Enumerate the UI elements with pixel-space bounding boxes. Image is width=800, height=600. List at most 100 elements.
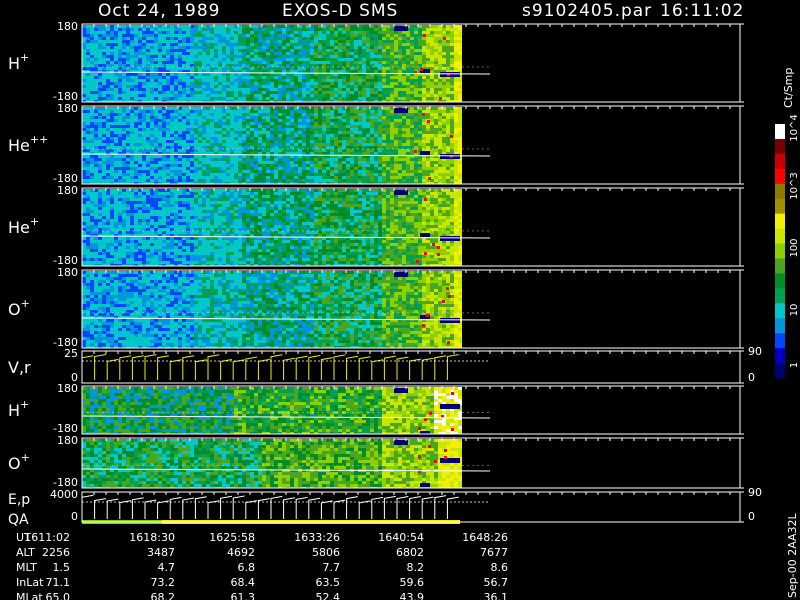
- heatmap-cell: [118, 34, 122, 37]
- heatmap-cell: [366, 113, 370, 116]
- heatmap-cell: [458, 131, 462, 134]
- heatmap-cell: [318, 107, 322, 110]
- heatmap-cell: [398, 122, 402, 125]
- heatmap-cell: [286, 167, 290, 170]
- heatmap-cell: [430, 119, 434, 122]
- heatmap-cell: [358, 137, 362, 140]
- heatmap-cell: [178, 61, 182, 64]
- heatmap-cell: [282, 94, 286, 97]
- heatmap-cell: [446, 161, 450, 164]
- heatmap-cell: [134, 134, 138, 137]
- heatmap-cell: [114, 55, 118, 58]
- heatmap-cell: [298, 46, 302, 49]
- heatmap-cell: [442, 40, 446, 43]
- heatmap-cell: [358, 140, 362, 143]
- heatmap-cell: [174, 67, 178, 70]
- heatmap-cell: [326, 164, 330, 167]
- heatmap-cell: [386, 128, 390, 131]
- heatmap-cell: [458, 79, 462, 82]
- heatmap-cell: [430, 110, 434, 113]
- heatmap-cell: [338, 61, 342, 64]
- heatmap-cell: [254, 49, 258, 52]
- heatmap-cell: [106, 67, 110, 70]
- heatmap-cell: [414, 43, 418, 46]
- heatmap-cell: [122, 40, 126, 43]
- heatmap-cell: [86, 110, 90, 113]
- heatmap-cell: [118, 31, 122, 34]
- heatmap-cell: [198, 85, 202, 88]
- heatmap-cell: [394, 76, 398, 79]
- heatmap-cell: [230, 85, 234, 88]
- heatmap-cell: [282, 85, 286, 88]
- heatmap-cell: [434, 146, 438, 149]
- heatmap-cell: [162, 49, 166, 52]
- heatmap-cell: [222, 52, 226, 55]
- heatmap-cell: [354, 25, 358, 28]
- heatmap-cell: [178, 176, 182, 179]
- heatmap-cell: [454, 58, 458, 61]
- heatmap-cell: [146, 61, 150, 64]
- heatmap-cell: [114, 46, 118, 49]
- heatmap-cell: [322, 131, 326, 134]
- heatmap-cell: [450, 43, 454, 46]
- heatmap-cell: [82, 49, 86, 52]
- heatmap-cell: [82, 161, 86, 164]
- heatmap-cell: [266, 161, 270, 164]
- heatmap-cell: [266, 52, 270, 55]
- heatmap-cell: [418, 91, 422, 94]
- heatmap-cell: [230, 137, 234, 140]
- heatmap-cell: [394, 46, 398, 49]
- heatmap-cell: [122, 125, 126, 128]
- heatmap-cell: [270, 58, 274, 61]
- heatmap-cell: [254, 137, 258, 140]
- heatmap-cell: [98, 107, 102, 110]
- heatmap-cell: [270, 110, 274, 113]
- heatmap-cell: [290, 31, 294, 34]
- heatmap-cell: [246, 52, 250, 55]
- heatmap-cell: [198, 167, 202, 170]
- heatmap-cell: [354, 161, 358, 164]
- heatmap-cell: [138, 55, 142, 58]
- heatmap-cell: [302, 55, 306, 58]
- heatmap-cell: [346, 31, 350, 34]
- heatmap-cell: [214, 128, 218, 131]
- heatmap-cell: [222, 140, 226, 143]
- heatmap-cell: [190, 116, 194, 119]
- heatmap-cell: [290, 125, 294, 128]
- heatmap-cell: [102, 113, 106, 116]
- heatmap-cell: [326, 82, 330, 85]
- heatmap-cell: [206, 52, 210, 55]
- heatmap-cell: [374, 40, 378, 43]
- heatmap-cell: [154, 179, 158, 182]
- heatmap-cell: [158, 67, 162, 70]
- heatmap-cell: [390, 79, 394, 82]
- heatmap-cell: [298, 140, 302, 143]
- heatmap-cell: [126, 155, 130, 158]
- heatmap-cell: [374, 70, 378, 73]
- heatmap-cell: [330, 122, 334, 125]
- heatmap-cell: [330, 170, 334, 173]
- heatmap-cell: [298, 137, 302, 140]
- heatmap-cell: [442, 134, 446, 137]
- heatmap-cell: [246, 43, 250, 46]
- heatmap-cell: [178, 46, 182, 49]
- heatmap-cell: [414, 94, 418, 97]
- heatmap-cell: [126, 97, 130, 100]
- heatmap-cell: [342, 88, 346, 91]
- heatmap-cell: [314, 170, 318, 173]
- heatmap-cell: [370, 116, 374, 119]
- heatmap-cell: [94, 140, 98, 143]
- heatmap-cell: [302, 79, 306, 82]
- heatmap-cell: [162, 137, 166, 140]
- heatmap-cell: [258, 79, 262, 82]
- heatmap-cell: [390, 37, 394, 40]
- heatmap-cell: [142, 67, 146, 70]
- heatmap-cell: [418, 46, 422, 49]
- heatmap-cell: [406, 128, 410, 131]
- heatmap-cell: [270, 94, 274, 97]
- heatmap-cell: [286, 82, 290, 85]
- heatmap-cell: [330, 91, 334, 94]
- heatmap-cell: [162, 158, 166, 161]
- heatmap-cell: [302, 173, 306, 176]
- heatmap-cell: [110, 149, 114, 152]
